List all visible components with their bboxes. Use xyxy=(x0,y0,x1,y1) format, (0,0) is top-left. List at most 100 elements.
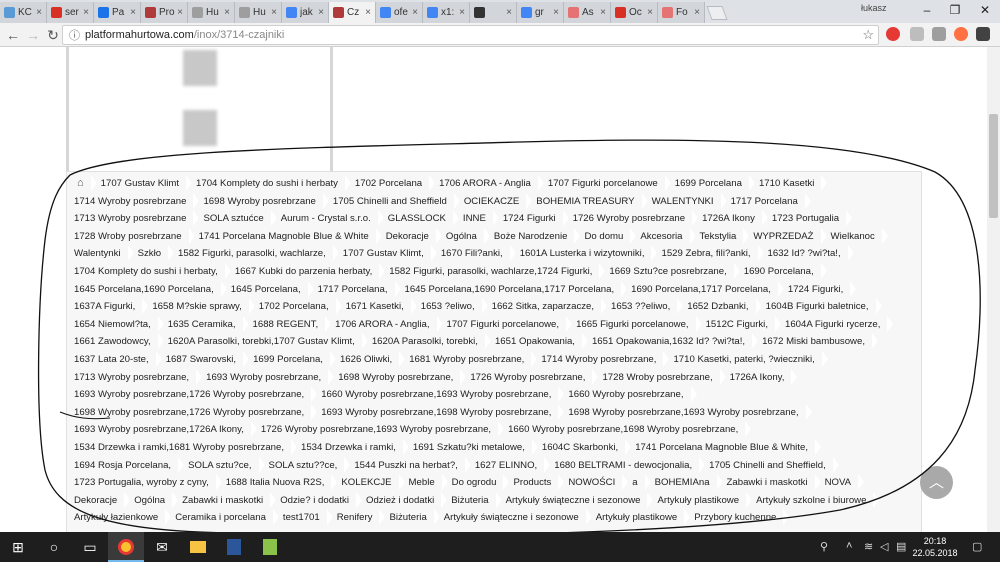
browser-tab[interactable]: KC × xyxy=(0,2,47,23)
opera-extension-icon[interactable] xyxy=(886,27,900,41)
browser-tab[interactable]: As × xyxy=(564,2,611,23)
tag-link[interactable]: 1604A Figurki rycerze, xyxy=(779,315,894,334)
back-icon[interactable]: ← xyxy=(4,26,22,44)
tag-link[interactable]: NOWOŚCI xyxy=(563,474,629,492)
tag-link[interactable]: 1707 Gustav Klimt xyxy=(95,175,193,193)
tag-link[interactable]: 1688 REGENT, xyxy=(247,315,331,334)
tag-link[interactable]: 1645 Porcelana,1690 Porcelana,1717 Porce… xyxy=(399,280,627,299)
tag-link[interactable]: 1723 Portugalia xyxy=(766,210,853,228)
tag-link[interactable]: 1726A Ikony xyxy=(697,210,768,228)
product-thumbnail[interactable] xyxy=(183,110,217,146)
tag-link[interactable]: 1693 Wyroby posrebrzane, xyxy=(201,368,335,387)
tag-link[interactable]: Meble xyxy=(403,474,448,492)
tab-close-icon[interactable]: × xyxy=(177,7,183,18)
tag-link[interactable]: Zabawki i maskotki xyxy=(177,491,277,510)
notes-app-icon[interactable] xyxy=(252,532,288,562)
tag-link[interactable]: 1726A Ikony, xyxy=(724,368,798,387)
tag-link[interactable]: 1705 Chinelli and Sheffield, xyxy=(704,456,839,475)
tag-link[interactable]: 1707 Gustav Klimt, xyxy=(337,245,437,263)
tag-link[interactable]: 1713 Wyroby posrebrzane, xyxy=(69,368,203,387)
tag-link[interactable]: 1691 Szkatu?ki metalowe, xyxy=(407,438,538,457)
tag-link[interactable]: Artykuły świąteczne i sezonowe xyxy=(500,491,654,510)
url-field[interactable]: ⓘ platformahurtowa.com/inox/3714-czajnik… xyxy=(62,25,879,45)
tag-link[interactable]: 1667 Kubki do parzenia herbaty, xyxy=(229,262,386,281)
tag-link[interactable]: 1707 Figurki porcelanowe, xyxy=(441,315,572,334)
tag-link[interactable]: Biżuteria xyxy=(446,491,502,510)
browser-tab[interactable]: Fo × xyxy=(658,2,705,23)
tag-link[interactable]: 1670 Fili?anki, xyxy=(435,245,516,263)
tab-close-icon[interactable]: × xyxy=(412,7,418,18)
tag-link[interactable]: Artykuły świąteczne i sezonowe xyxy=(438,509,592,527)
scroll-to-top-button[interactable]: ︿ xyxy=(920,466,953,499)
browser-tab[interactable]: Hu × xyxy=(235,2,282,23)
close-window-icon[interactable]: ✕ xyxy=(970,0,1000,20)
tag-link[interactable]: Artykuły plastikowe xyxy=(652,491,752,510)
tag-link[interactable]: 1665 Figurki porcelanowe, xyxy=(571,315,702,334)
tag-link[interactable]: Odzie? i dodatki xyxy=(275,491,362,510)
tag-link[interactable]: 1705 Chinelli and Sheffield xyxy=(327,192,460,211)
tag-link[interactable]: Zabawki i maskotki xyxy=(721,474,821,492)
tag-link[interactable]: Do domu xyxy=(579,227,637,246)
chrome-taskbar-icon[interactable] xyxy=(108,532,144,562)
tab-close-icon[interactable]: × xyxy=(553,7,559,18)
tag-link[interactable]: 1645 Porcelana,1690 Porcelana, xyxy=(69,280,227,299)
tag-link[interactable]: 1620A Parasolki, torebki,1707 Gustav Kli… xyxy=(162,333,369,351)
tab-close-icon[interactable]: × xyxy=(83,7,89,18)
tag-link[interactable]: 1724 Figurki xyxy=(497,210,569,228)
tag-link[interactable]: 1693 Wyroby posrebrzane,1726A Ikony, xyxy=(69,421,257,439)
tag-link[interactable]: 1690 Porcelana,1717 Porcelana, xyxy=(626,280,784,299)
task-view-icon[interactable]: ▭ xyxy=(72,532,108,562)
tag-link[interactable]: 1707 Figurki porcelanowe xyxy=(542,175,671,193)
tag-link[interactable]: 1717 Porcelana xyxy=(725,192,812,211)
tag-link[interactable]: Odzież i dodatki xyxy=(360,491,448,510)
extension-icon[interactable] xyxy=(910,27,924,41)
tag-link[interactable]: 1724 Figurki, xyxy=(782,280,857,299)
product-thumbnail[interactable] xyxy=(183,50,217,86)
tag-link[interactable]: Ceramika i porcelana xyxy=(170,509,279,527)
tag-link[interactable]: 1671 Kasetki, xyxy=(340,298,417,316)
tag-link[interactable]: Przybory kuchenne xyxy=(689,509,790,527)
tag-link[interactable]: KOLEKCJE xyxy=(336,474,405,492)
tag-link[interactable]: 1723 Portugalia, wyroby z cyny, xyxy=(69,474,222,492)
tag-link[interactable]: SOLA sztu??ce, xyxy=(263,456,351,475)
home-icon[interactable]: ⌂ xyxy=(69,175,97,193)
tag-link[interactable]: Biżuteria xyxy=(384,509,441,527)
tag-link[interactable]: 1710 Kasetki xyxy=(753,175,828,193)
tag-link[interactable]: 1582 Figurki, parasolki, wachlarze,1724 … xyxy=(384,262,606,281)
reload-icon[interactable]: ↻ xyxy=(44,26,62,44)
tag-link[interactable]: 1653 ?eliwo, xyxy=(415,298,488,316)
browser-tab[interactable]: jak × xyxy=(282,2,329,23)
tag-link[interactable]: Akcesoria xyxy=(635,227,696,246)
tag-link[interactable]: NOVA xyxy=(819,474,865,492)
tag-link[interactable]: 1632 Id? ?wi?ta!, xyxy=(762,245,854,263)
tag-link[interactable]: 1660 Wyroby posrebrzane,1698 Wyroby posr… xyxy=(503,421,752,439)
tag-link[interactable]: Walentynki xyxy=(69,245,134,263)
tag-link[interactable]: Artykuły plastikowe xyxy=(590,509,690,527)
tag-link[interactable]: 1651 Opakowania, xyxy=(489,333,588,351)
tag-link[interactable]: 1654 Niemowl?ta, xyxy=(69,315,164,334)
tag-link[interactable]: 1694 Rosja Porcelana, xyxy=(69,456,185,475)
tag-link[interactable]: 1706 ARORA - Anglia xyxy=(434,175,544,193)
tag-link[interactable]: Tekstylia xyxy=(694,227,750,246)
tag-link[interactable]: 1660 Wyroby posrebrzane, xyxy=(563,386,697,404)
tag-link[interactable]: 1702 Porcelana xyxy=(349,175,436,193)
tab-close-icon[interactable]: × xyxy=(271,7,277,18)
tag-link[interactable]: 1604B Figurki baletnice, xyxy=(760,298,882,316)
notifications-icon[interactable]: ▢ xyxy=(972,540,982,553)
tag-link[interactable]: 1688 Italia Nuova R2S, xyxy=(220,474,338,492)
windows-start-icon[interactable]: ⊞ xyxy=(0,532,36,562)
tag-link[interactable]: SOLA sztu?ce, xyxy=(183,456,266,475)
tag-link[interactable]: Szkło xyxy=(132,245,175,263)
tag-link[interactable]: WYPRZEDAŻ xyxy=(748,227,827,246)
tag-link[interactable]: 1704 Komplety do sushi i herbaty, xyxy=(69,262,231,281)
tab-close-icon[interactable]: × xyxy=(506,7,512,18)
tag-link[interactable]: 1662 Sitka, zaparzacze, xyxy=(486,298,608,316)
tag-link[interactable]: 1741 Porcelana Magnoble Blue & White, xyxy=(630,438,821,457)
tag-link[interactable]: 1534 Drzewka i ramki,1681 Wyroby posrebr… xyxy=(69,438,298,457)
tag-link[interactable]: 1660 Wyroby posrebrzane,1693 Wyroby posr… xyxy=(316,386,565,404)
browser-tab[interactable]: ofe × xyxy=(376,2,423,23)
tag-link[interactable]: 1687 Swarovski, xyxy=(160,350,250,369)
tag-link[interactable]: 1661 Zawodowcy, xyxy=(69,333,164,351)
browser-tab[interactable]: gr × xyxy=(517,2,564,23)
browser-user-name[interactable]: łukasz xyxy=(861,3,887,13)
